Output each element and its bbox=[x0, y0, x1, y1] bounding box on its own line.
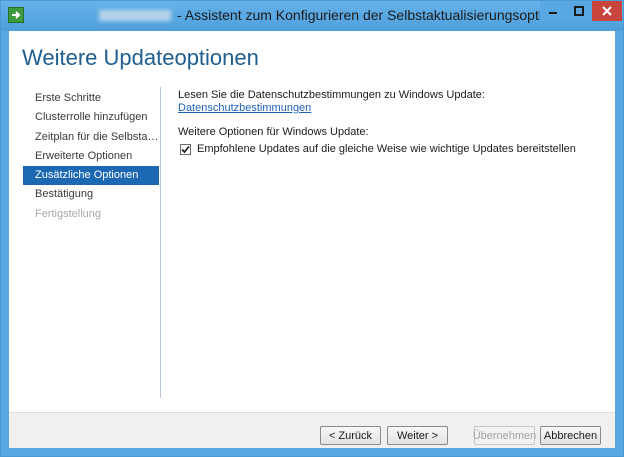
title-bar[interactable]: - Assistent zum Konfigurieren der Selbst… bbox=[1, 1, 623, 31]
nav-item-zeitplan[interactable]: Zeitplan für die Selbstakt... bbox=[23, 128, 159, 147]
recommended-updates-checkbox[interactable] bbox=[180, 143, 191, 155]
checkmark-icon bbox=[181, 145, 190, 153]
close-button[interactable] bbox=[592, 1, 622, 21]
options-label: Weitere Optionen für Windows Update: bbox=[178, 126, 369, 138]
next-button[interactable]: Weiter > bbox=[387, 426, 448, 445]
nav-item-zusaetzliche-optionen[interactable]: Zusätzliche Optionen bbox=[23, 166, 159, 186]
apply-button: Übernehmen bbox=[473, 426, 536, 445]
wizard-window: - Assistent zum Konfigurieren der Selbst… bbox=[0, 0, 624, 457]
wizard-client-area: Weitere Updateoptionen Erste Schritte Cl… bbox=[9, 31, 615, 448]
wizard-nav: Erste Schritte Clusterrolle hinzufügen Z… bbox=[23, 89, 159, 224]
maximize-icon bbox=[574, 6, 584, 16]
nav-item-bestaetigung[interactable]: Bestätigung bbox=[23, 185, 159, 204]
maximize-button[interactable] bbox=[566, 1, 592, 21]
minimize-button[interactable] bbox=[540, 1, 566, 21]
nav-item-erste-schritte[interactable]: Erste Schritte bbox=[23, 89, 159, 108]
page-title: Weitere Updateoptionen bbox=[22, 45, 259, 70]
back-button[interactable]: < Zurück bbox=[320, 426, 381, 445]
minimize-icon bbox=[549, 12, 557, 14]
cluster-app-icon bbox=[8, 7, 24, 23]
nav-item-clusterrolle[interactable]: Clusterrolle hinzufügen bbox=[23, 108, 159, 127]
close-icon bbox=[602, 6, 612, 16]
window-title: - Assistent zum Konfigurieren der Selbst… bbox=[177, 7, 574, 23]
blurred-cluster-name bbox=[99, 10, 171, 21]
privacy-link[interactable]: Datenschutzbestimmungen bbox=[178, 102, 311, 114]
nav-item-fertigstellung: Fertigstellung bbox=[35, 207, 102, 220]
recommended-updates-option[interactable]: Empfohlene Updates auf die gleiche Weise… bbox=[180, 143, 576, 155]
privacy-label: Lesen Sie die Datenschutzbestimmungen zu… bbox=[178, 89, 485, 101]
nav-item-erweiterte-optionen[interactable]: Erweiterte Optionen bbox=[23, 147, 159, 166]
nav-divider bbox=[160, 87, 161, 398]
recommended-updates-label: Empfohlene Updates auf die gleiche Weise… bbox=[197, 143, 576, 155]
cancel-button[interactable]: Abbrechen bbox=[540, 426, 601, 445]
wizard-footer: < Zurück Weiter > Übernehmen Abbrechen bbox=[9, 412, 615, 448]
